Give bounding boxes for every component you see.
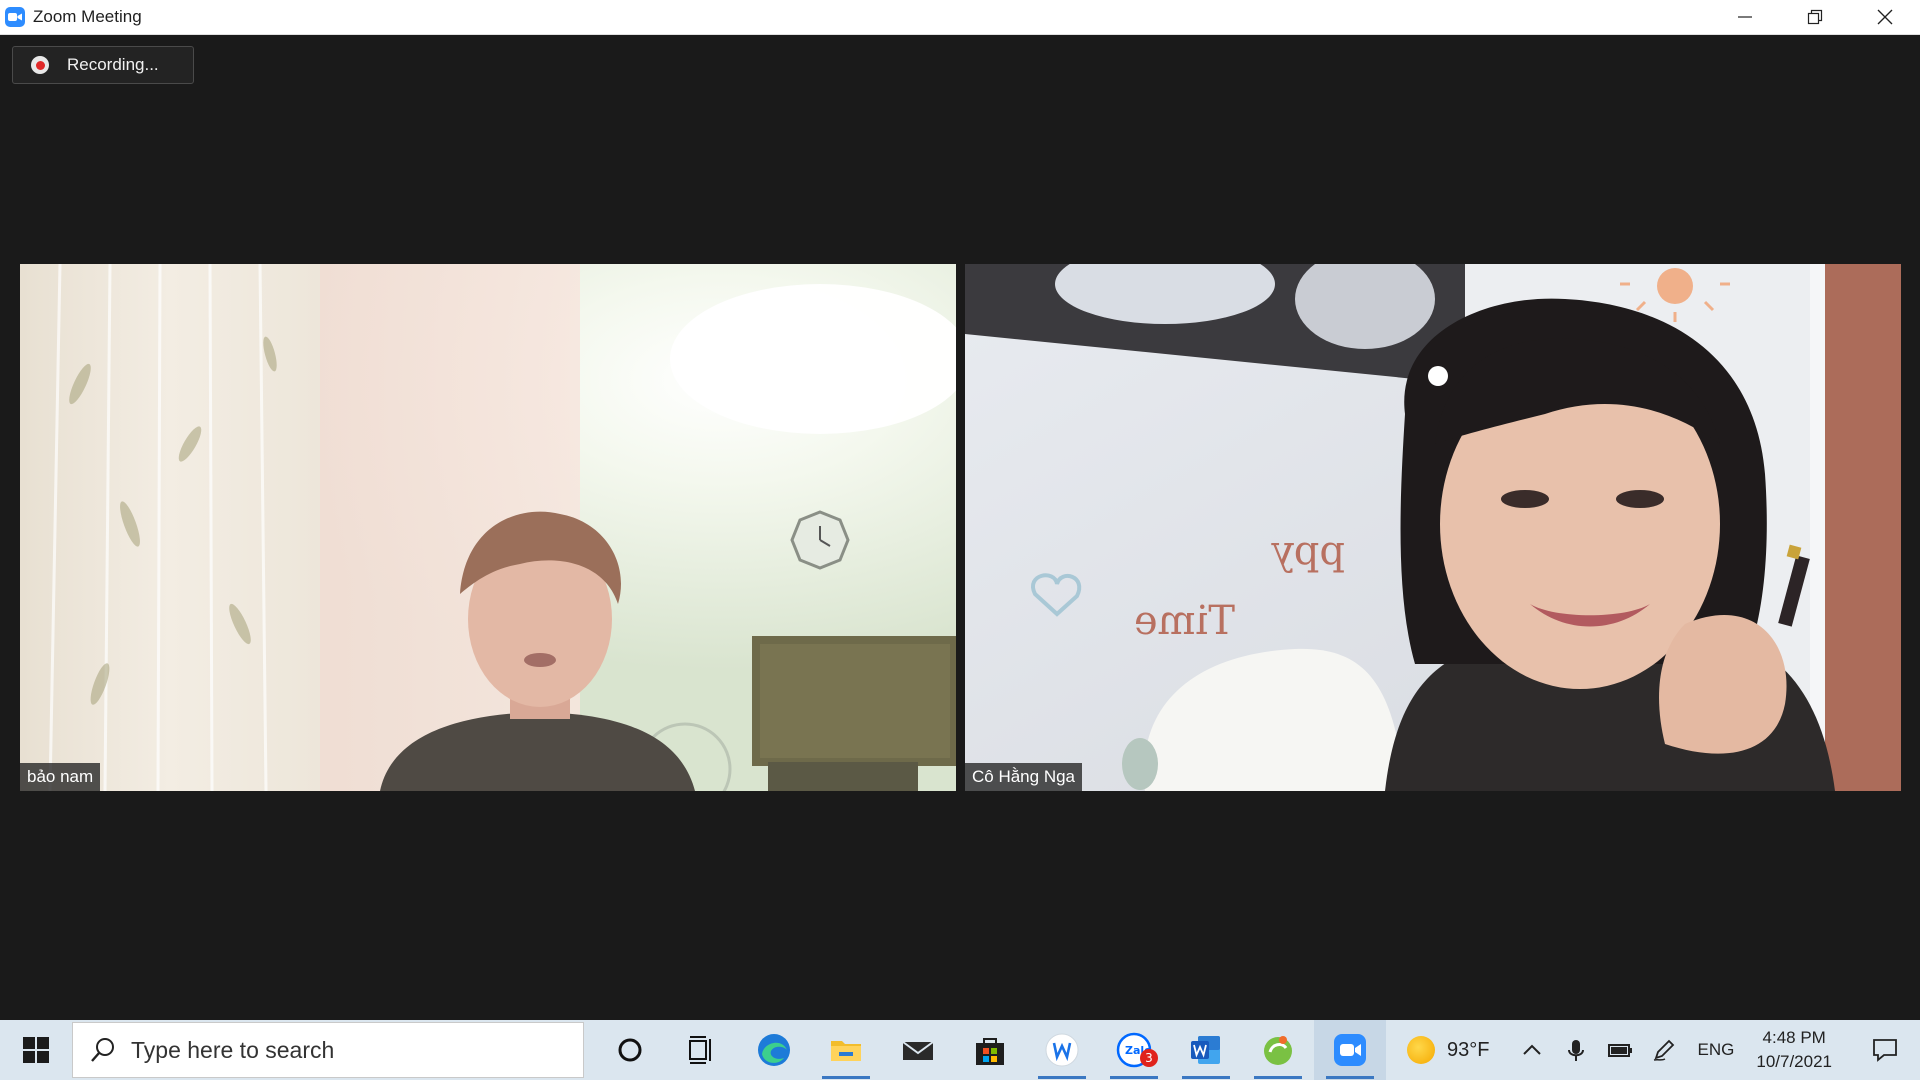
task-view-button[interactable] xyxy=(666,1020,738,1080)
microphone-icon[interactable] xyxy=(1563,1037,1589,1063)
task-view-icon xyxy=(689,1036,711,1064)
video-tile-right[interactable]: Time ppy Cô Hằng Nga xyxy=(965,264,1901,791)
start-button[interactable] xyxy=(0,1020,72,1080)
notification-icon xyxy=(1873,1039,1897,1062)
zoom-taskbar-button[interactable] xyxy=(1314,1020,1386,1080)
close-button[interactable] xyxy=(1850,0,1920,34)
cortana-button[interactable] xyxy=(594,1020,666,1080)
svg-text:Time: Time xyxy=(1134,598,1235,644)
close-icon xyxy=(1877,9,1893,25)
taskbar: Type here to search Zalo 3 93°F ENG 4:48… xyxy=(0,1020,1920,1080)
restore-button[interactable] xyxy=(1780,0,1850,34)
word-button[interactable] xyxy=(1170,1020,1242,1080)
video-tile-left[interactable]: bảo nam xyxy=(20,264,956,791)
minimize-icon xyxy=(1738,16,1752,18)
mail-icon xyxy=(902,1041,934,1060)
file-explorer-icon xyxy=(831,1041,861,1061)
edge-icon xyxy=(758,1034,790,1066)
search-placeholder: Type here to search xyxy=(131,1036,335,1063)
weather-widget[interactable]: 93°F xyxy=(1407,1036,1490,1064)
clock-time: 4:48 PM xyxy=(1762,1028,1826,1047)
search-box[interactable]: Type here to search xyxy=(72,1022,584,1078)
participant-name-label: Cô Hằng Nga xyxy=(965,763,1083,791)
chevron-up-icon[interactable] xyxy=(1519,1037,1545,1063)
zoom-app-icon xyxy=(5,7,25,27)
participant-name-label: bảo nam xyxy=(20,763,101,791)
mail-button[interactable] xyxy=(882,1020,954,1080)
file-explorer-button[interactable] xyxy=(810,1020,882,1080)
clock-date: 10/7/2021 xyxy=(1756,1052,1832,1071)
system-tray: 93°F ENG 4:48 PM 10/7/2021 xyxy=(1407,1020,1920,1080)
title-bar: Zoom Meeting xyxy=(0,0,1920,35)
action-center-button[interactable] xyxy=(1850,1020,1920,1080)
windows-logo-icon xyxy=(23,1037,49,1063)
temperature: 93°F xyxy=(1447,1038,1490,1061)
green-app-button[interactable] xyxy=(1242,1020,1314,1080)
cortana-icon xyxy=(618,1038,642,1062)
word-icon xyxy=(1191,1036,1220,1064)
recording-indicator[interactable]: Recording... xyxy=(12,46,194,84)
store-icon xyxy=(976,1038,1004,1065)
w-app-icon xyxy=(1045,1033,1079,1067)
minimize-button[interactable] xyxy=(1710,0,1780,34)
restore-icon xyxy=(1807,9,1823,25)
store-button[interactable] xyxy=(954,1020,1026,1080)
notification-badge: 3 xyxy=(1140,1049,1158,1067)
clock[interactable]: 4:48 PM 10/7/2021 xyxy=(1756,1026,1832,1074)
green-app-icon xyxy=(1264,1036,1292,1065)
battery-icon[interactable] xyxy=(1607,1037,1633,1063)
edge-button[interactable] xyxy=(738,1020,810,1080)
w-app-button[interactable] xyxy=(1026,1020,1098,1080)
record-icon xyxy=(31,56,49,74)
window-title: Zoom Meeting xyxy=(33,7,142,26)
participant-video: Time ppy xyxy=(965,264,1901,791)
sun-icon xyxy=(1407,1036,1436,1064)
svg-text:ppy: ppy xyxy=(1271,528,1345,574)
input-language[interactable]: ENG xyxy=(1698,1040,1735,1060)
participant-video xyxy=(20,264,956,791)
zalo-button[interactable]: Zalo 3 xyxy=(1098,1020,1170,1080)
recording-label: Recording... xyxy=(67,55,159,74)
zoom-icon xyxy=(1334,1034,1366,1066)
pen-icon[interactable] xyxy=(1651,1037,1677,1063)
meeting-area: Recording... bảo nam Time ppy Cô Hằng Ng… xyxy=(0,35,1920,1020)
search-icon xyxy=(91,1038,114,1062)
